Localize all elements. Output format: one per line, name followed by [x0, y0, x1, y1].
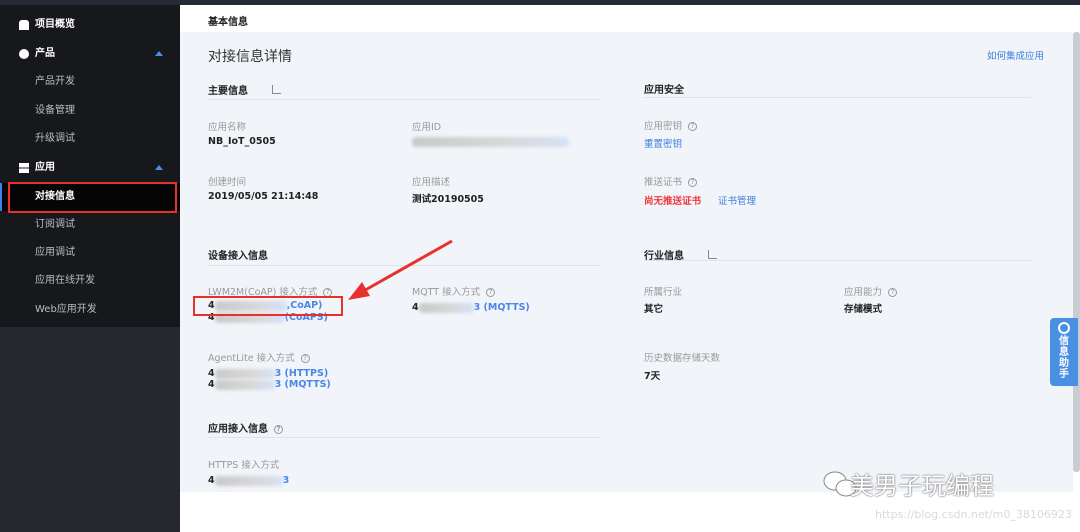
desc-value: 测试20190505 [412, 194, 484, 205]
https-endpoint: 43 [208, 475, 289, 486]
edit-icon[interactable] [272, 85, 281, 94]
section-title: 应用接入信息 [208, 424, 268, 435]
cert-manage-link[interactable]: 证书管理 [718, 193, 756, 207]
section-security: 应用安全 [644, 85, 684, 96]
section-main-info: 主要信息 [208, 86, 248, 97]
home-icon [19, 20, 29, 30]
chevron-up-icon[interactable] [155, 51, 163, 56]
grid-icon [19, 163, 29, 173]
active-indicator [0, 183, 2, 211]
reset-key-link[interactable]: 重置密钥 [644, 136, 682, 150]
capability-label: 应用能力? [844, 284, 898, 298]
help-icon[interactable]: ? [300, 354, 310, 363]
created-value: 2019/05/05 21:14:48 [208, 191, 319, 202]
blurred-address [214, 379, 275, 390]
section-device-access: 设备接入信息 [208, 251, 268, 262]
help-icon[interactable]: ? [688, 178, 698, 187]
help-icon[interactable]: ? [486, 288, 496, 297]
endpoint-prefix: 4 [208, 379, 215, 390]
sidebar-item-product-dev[interactable]: 产品开发 [0, 69, 180, 95]
page-title: 对接信息详情 [208, 49, 292, 65]
label-text: 应用密钥 [644, 121, 683, 132]
sidebar-item-upgrade-debug[interactable]: 升级调试 [0, 126, 180, 152]
label-text: MQTT 接入方式 [412, 287, 481, 298]
agentlite-mqtts-endpoint: 4 3 (MQTTS) [208, 379, 331, 390]
sidebar-item-subscribe-debug[interactable]: 订阅调试 [0, 212, 180, 238]
how-to-integrate-link[interactable]: 如何集成应用 [987, 48, 1044, 62]
blurred-address [418, 302, 474, 313]
endpoint-prefix: 4 [208, 475, 215, 486]
header: 基本信息 [180, 5, 1080, 32]
divider [644, 260, 1031, 261]
chevron-up-icon[interactable] [155, 165, 163, 170]
https-label: HTTPS 接入方式 [208, 460, 280, 471]
app-name-label: 应用名称 [208, 122, 247, 133]
endpoint-suffix: 3 (MQTTS) [473, 302, 530, 313]
industry-label: 所属行业 [644, 287, 683, 298]
help-icon[interactable]: ? [274, 424, 283, 434]
product-icon [19, 49, 29, 59]
app-key-label: 应用密钥? [644, 118, 698, 132]
mqtt-label: MQTT 接入方式? [412, 284, 496, 298]
annotation-box [8, 182, 177, 213]
help-icon[interactable]: ? [888, 288, 898, 297]
sidebar-item-overview[interactable]: 项目概览 [0, 12, 180, 38]
endpoint-suffix: 3 (MQTTS) [274, 379, 331, 390]
push-cert-label: 推送证书? [644, 174, 698, 188]
app-id-label: 应用ID [412, 122, 442, 133]
scrollbar[interactable] [1073, 32, 1080, 472]
agentlite-https-endpoint: 4 3 (HTTPS) [208, 368, 328, 379]
section-app-access: 应用接入信息? [208, 420, 283, 435]
watermark-text: 美男子玩编程 [850, 472, 994, 500]
agentlite-label: AgentLite 接入方式? [208, 350, 310, 364]
app-name-value: NB_IoT_0505 [208, 136, 276, 147]
help-icon[interactable]: ? [688, 122, 698, 131]
endpoint-suffix: 3 [282, 475, 290, 486]
label-text: 应用能力 [844, 287, 883, 298]
app-id-value-blurred [412, 137, 569, 147]
tab-basic-info[interactable]: 基本信息 [208, 13, 248, 28]
history-label: 历史数据存储天数 [644, 353, 721, 364]
blurred-address [214, 475, 283, 486]
no-cert-text: 尚无推送证书 [644, 196, 702, 207]
divider [208, 99, 601, 100]
history-value: 7天 [644, 371, 661, 382]
watermark-url: https://blog.csdn.net/m0_38106923 [875, 508, 1072, 521]
annotation-box [193, 296, 343, 316]
sidebar-item-product[interactable]: 产品 [0, 41, 180, 67]
capability-value: 存储模式 [844, 304, 883, 315]
desc-label: 应用描述 [412, 177, 451, 188]
sidebar-item-app-debug[interactable]: 应用调试 [0, 240, 180, 266]
sidebar-item-online-dev[interactable]: 应用在线开发 [0, 268, 180, 294]
chat-icon [1058, 322, 1070, 334]
created-label: 创建时间 [208, 177, 247, 188]
endpoint-prefix: 4 [208, 368, 215, 379]
mqtt-endpoint: 4 3 (MQTTS) [412, 302, 530, 313]
label-text: AgentLite 接入方式 [208, 353, 295, 364]
sidebar-item-web-dev[interactable]: Web应用开发 [0, 297, 180, 323]
blurred-address [214, 368, 275, 379]
info-assistant-button[interactable]: 信息助手 [1050, 318, 1078, 386]
edit-icon[interactable] [708, 250, 717, 259]
endpoint-prefix: 4 [412, 302, 419, 313]
sidebar-menu: 项目概览 产品 产品开发 设备管理 升级调试 应用 对接信息 订阅调试 应用调试… [0, 5, 180, 327]
endpoint-suffix: 3 (HTTPS) [274, 368, 329, 379]
label-text: 推送证书 [644, 177, 683, 188]
content-area [180, 32, 1073, 492]
divider [208, 437, 601, 438]
helper-label: 信息助手 [1059, 336, 1069, 380]
industry-value: 其它 [644, 304, 664, 315]
divider [644, 97, 1031, 98]
sidebar-item-device-manage[interactable]: 设备管理 [0, 98, 180, 124]
sidebar-item-application[interactable]: 应用 [0, 155, 180, 181]
